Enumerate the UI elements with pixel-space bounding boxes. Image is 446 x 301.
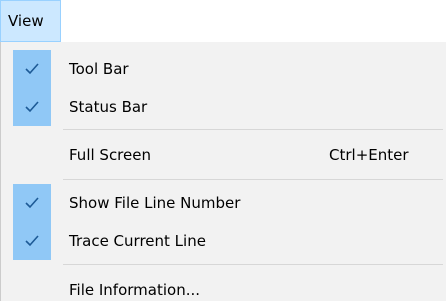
menu-view[interactable]: View (0, 0, 61, 42)
checkmark-icon (25, 235, 39, 247)
menu-item-label: Trace Current Line (69, 232, 206, 250)
menu-separator (63, 129, 443, 130)
menu-item-label: Full Screen (69, 146, 151, 164)
checkmark-icon (25, 101, 39, 113)
menu-item-tool-bar[interactable]: Tool Bar (1, 50, 446, 88)
menu-item-file-information[interactable]: File Information... (1, 271, 446, 301)
menu-bar: View (0, 0, 446, 42)
menu-item-status-bar[interactable]: Status Bar (1, 88, 446, 126)
menu-item-label: Tool Bar (69, 60, 129, 78)
menu-item-label: File Information... (69, 281, 201, 299)
check-cell (13, 50, 51, 88)
checkmark-icon (25, 63, 39, 75)
menu-item-label: Show File Line Number (69, 194, 241, 212)
menu-item-label: Status Bar (69, 98, 148, 116)
check-cell (13, 184, 51, 222)
check-cell (13, 88, 51, 126)
menu-separator (63, 264, 443, 265)
menu-separator (63, 179, 443, 180)
view-menu-screen: View Tool Bar Status Bar Full Screen Ctr… (0, 0, 446, 301)
menu-item-trace-current-line[interactable]: Trace Current Line (1, 222, 446, 260)
checkmark-icon (25, 197, 39, 209)
view-menu-dropdown: Tool Bar Status Bar Full Screen Ctrl+Ent… (0, 42, 446, 301)
menu-item-full-screen[interactable]: Full Screen Ctrl+Enter (1, 136, 446, 174)
check-cell (13, 222, 51, 260)
menu-item-show-file-line-number[interactable]: Show File Line Number (1, 184, 446, 222)
shortcut-label: Ctrl+Enter (329, 146, 409, 164)
